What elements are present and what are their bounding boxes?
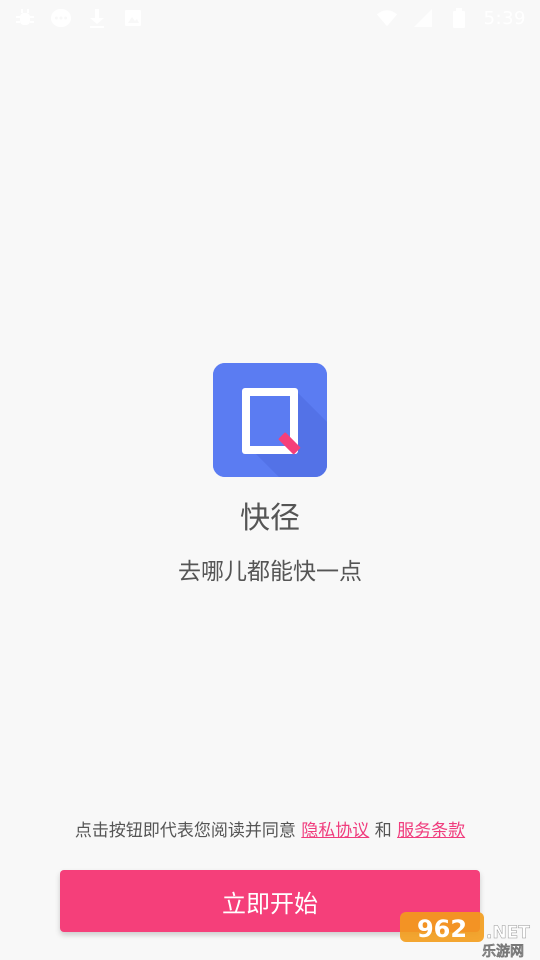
download-icon (86, 7, 108, 29)
status-right-icons: 5:39 (376, 7, 526, 29)
wifi-icon (376, 7, 398, 29)
app-name: 快径 (240, 501, 300, 536)
watermark-number: 962 (417, 915, 467, 943)
signal-icon (412, 7, 434, 29)
app-logo-icon (213, 363, 327, 477)
status-left-icons (14, 7, 144, 29)
status-time: 5:39 (483, 7, 526, 29)
agreement-joiner: 和 (369, 821, 398, 841)
photo-icon (122, 7, 144, 29)
watermark-site: 乐游网 (482, 943, 524, 958)
agreement-prefix: 点击按钮即代表您阅读并同意 (74, 821, 302, 841)
battery-icon (448, 7, 470, 29)
privacy-policy-link[interactable]: 隐私协议 (301, 821, 369, 841)
watermark-suffix: .NET (486, 923, 530, 943)
chat-bubble-icon (50, 7, 72, 29)
agreement-text: 点击按钮即代表您阅读并同意 隐私协议 和 服务条款 (0, 816, 540, 841)
site-watermark-logo: 962 .NET 乐游网 (400, 910, 534, 960)
app-slogan: 去哪儿都能快一点 (178, 559, 362, 585)
status-bar: 5:39 (0, 0, 540, 36)
splash-screen: 5:39 快径 去哪儿都能快一点 点击按钮即代表您阅读并同意 隐私协议 和 服务… (0, 0, 540, 960)
terms-of-service-link[interactable]: 服务条款 (397, 821, 465, 841)
bug-icon (14, 7, 36, 29)
